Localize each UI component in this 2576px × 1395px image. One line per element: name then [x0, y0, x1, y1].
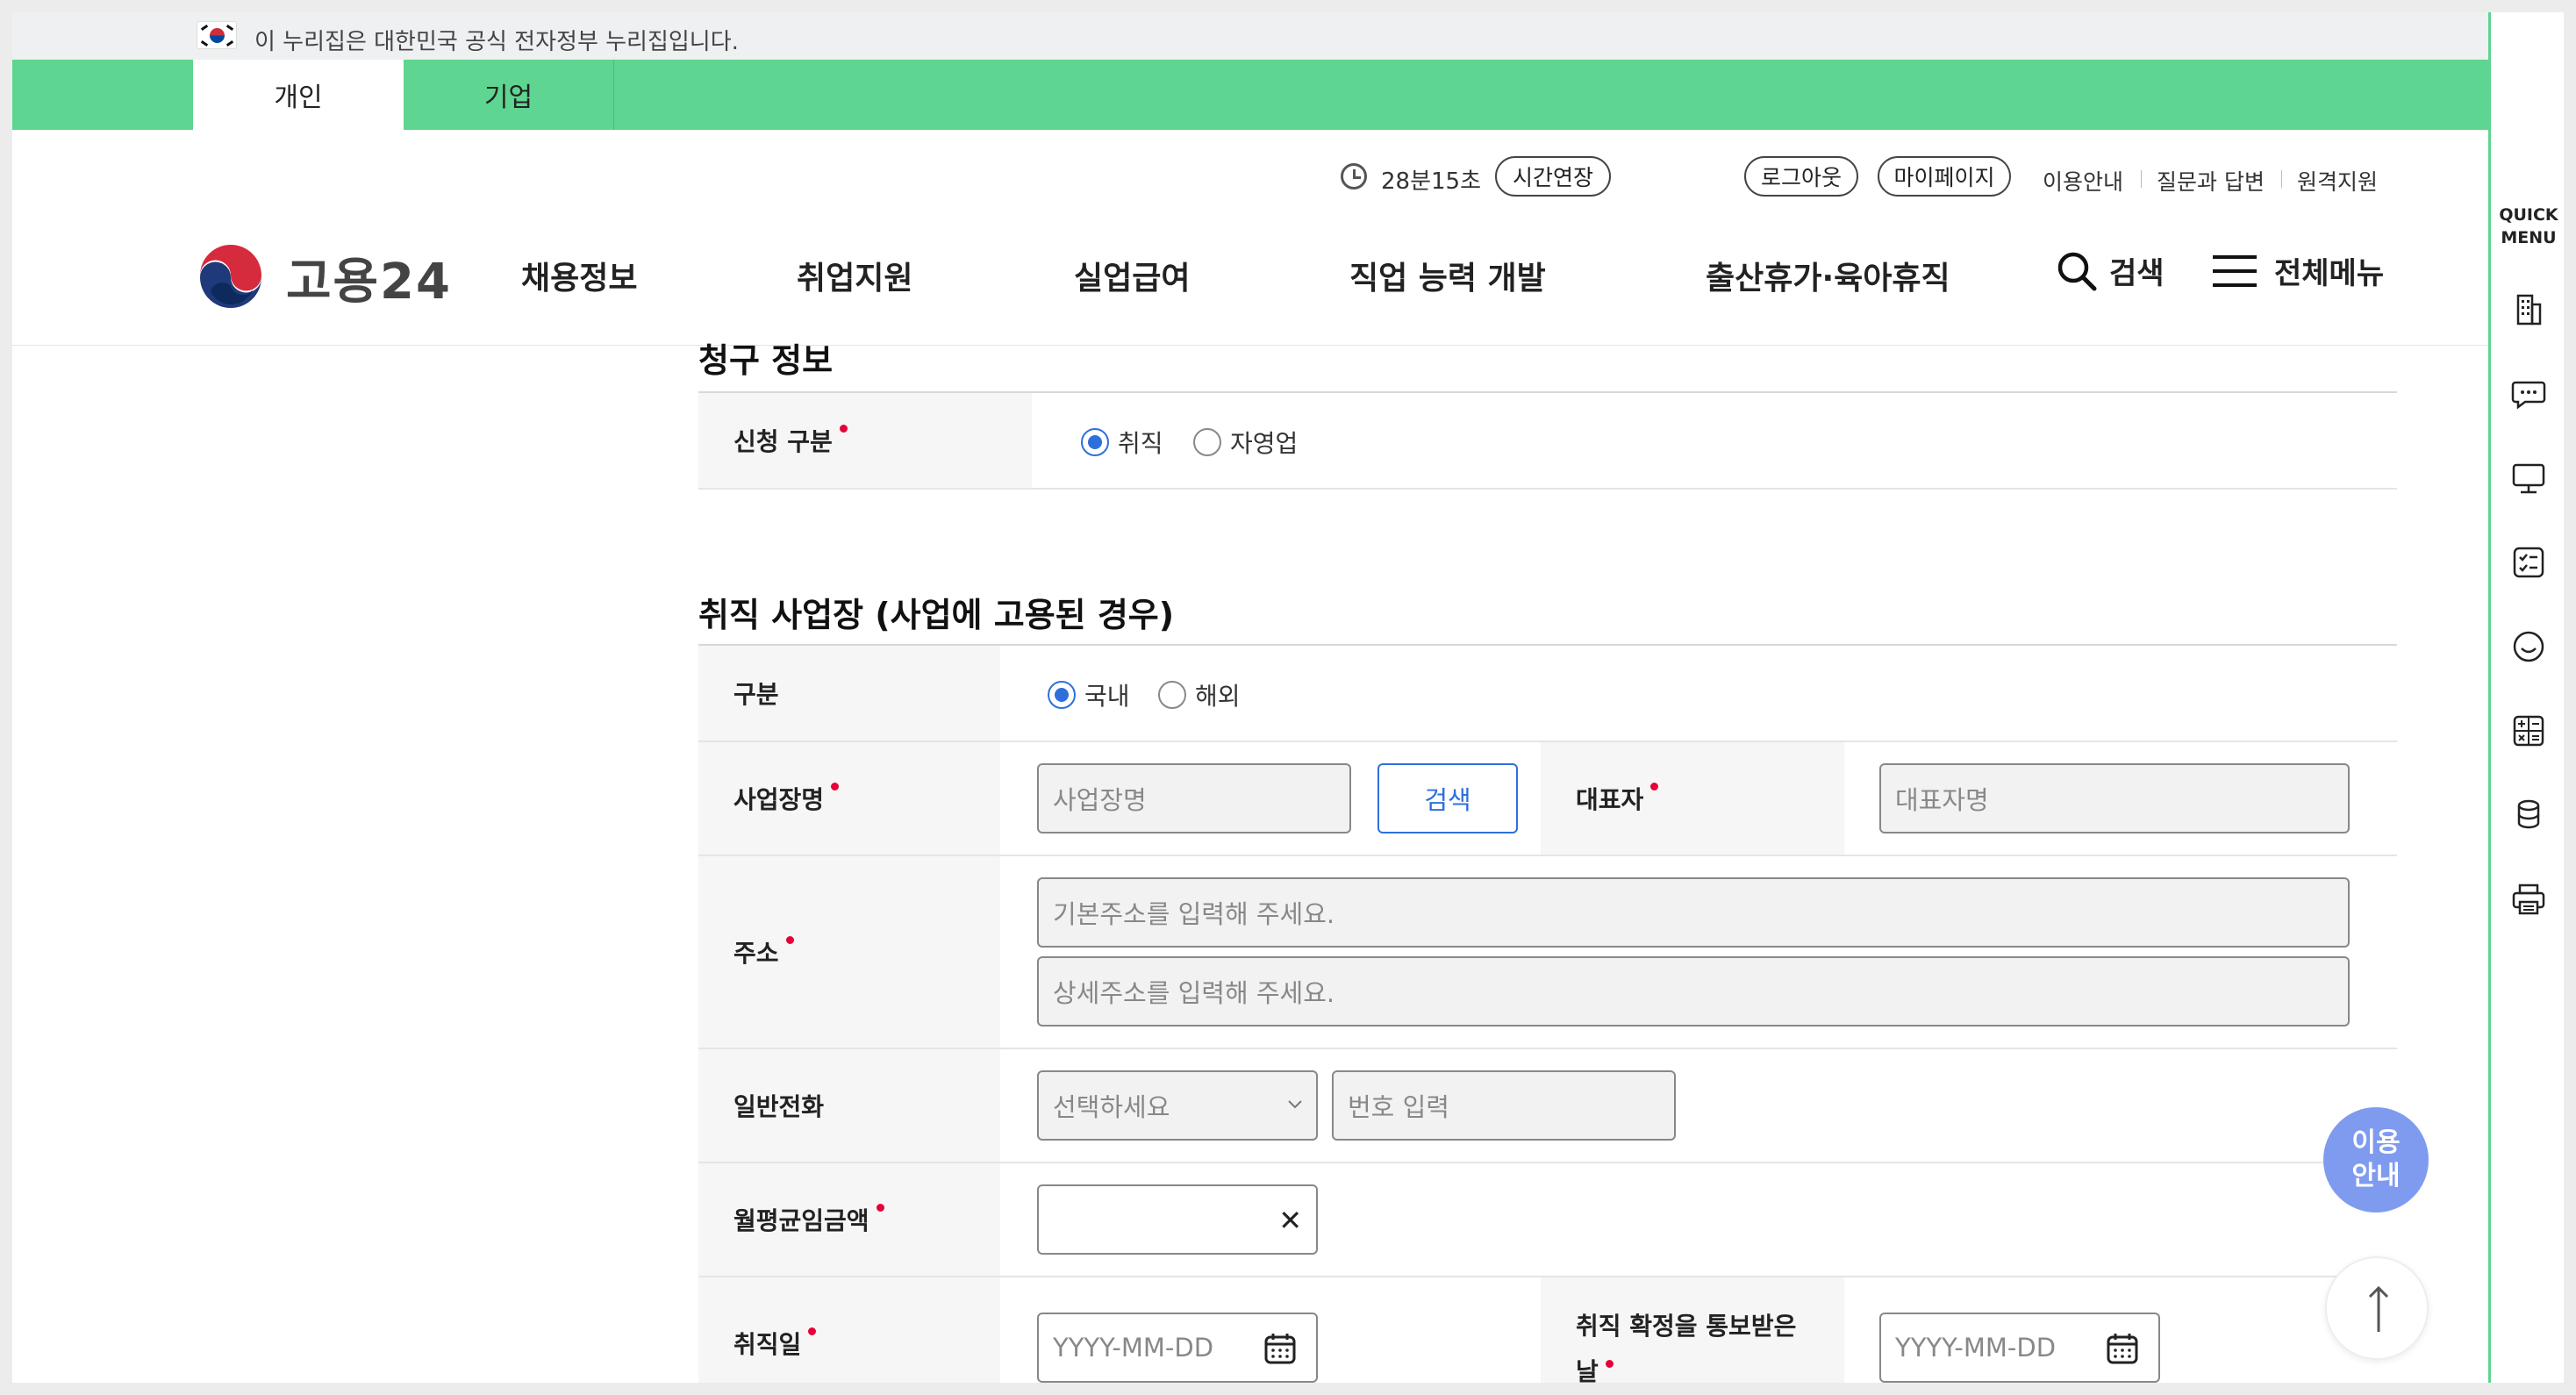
employment-workplace-title: 취직 사업장 (사업에 고용된 경우)	[698, 596, 1175, 634]
extend-session-button[interactable]: 시간연장	[1495, 156, 1611, 197]
tab-business[interactable]: 기업	[404, 60, 614, 130]
utility-bar: 28분15초 시간연장 로그아웃 마이페이지 이용안내 질문과 답변 원격지원	[12, 154, 2488, 198]
usage-guide-floating-button[interactable]: 이용 안내	[2323, 1107, 2429, 1213]
nav-employment-support[interactable]: 취업지원	[797, 253, 912, 298]
usage-guide-link[interactable]: 이용안내	[2043, 165, 2123, 197]
representative-label: 대표자	[1541, 742, 1844, 855]
phone-label: 일반전화	[698, 1049, 1000, 1162]
required-dot	[876, 1203, 884, 1212]
search-icon	[2057, 252, 2097, 290]
nav-jobs[interactable]: 채용정보	[521, 253, 637, 298]
chat-icon[interactable]	[2510, 376, 2547, 412]
monthly-wage-input[interactable]: ✕	[1037, 1184, 1318, 1255]
all-menu-button[interactable]: 전체메뉴	[2211, 249, 2384, 292]
search-label: 검색	[2109, 256, 2165, 291]
radio-self-employed[interactable]: 자영업	[1193, 425, 1298, 460]
hire-date-row: 취직일 YYYY-MM-DD 취직 확정을 통보받은 날 YYYY-MM-DD	[698, 1277, 2397, 1383]
smile-icon[interactable]	[2510, 628, 2547, 665]
tab-personal[interactable]: 개인	[193, 60, 404, 130]
quick-menu-title: QUICK MENU	[2499, 205, 2558, 247]
all-menu-label: 전체메뉴	[2274, 256, 2385, 291]
calculator-icon[interactable]	[2510, 712, 2547, 749]
representative-name-input[interactable]: 대표자명	[1879, 763, 2350, 833]
coins-icon[interactable]	[2510, 797, 2547, 833]
required-dot	[1605, 1360, 1614, 1368]
divider	[2141, 170, 2142, 188]
remote-support-link[interactable]: 원격지원	[2297, 165, 2378, 197]
radio-domestic[interactable]: 국내	[1048, 677, 1130, 712]
workplace-row: 사업장명 사업장명 검색 대표자 대표자명	[698, 742, 2397, 856]
korea-flag-icon	[197, 21, 237, 49]
radio-unchecked-icon	[1158, 681, 1186, 709]
session-timer: 28분15초	[1381, 168, 1482, 195]
monitor-icon[interactable]	[2510, 460, 2547, 497]
clear-icon[interactable]: ✕	[1278, 1204, 1302, 1237]
clock-icon	[1341, 163, 1367, 190]
gov-banner: 이 누리집은 대한민국 공식 전자정부 누리집입니다.	[12, 12, 2488, 60]
hamburger-menu-icon	[2213, 254, 2257, 287]
claim-info-title: 청구 정보	[698, 341, 834, 380]
header-search-button[interactable]: 검색	[2057, 249, 2165, 292]
division-row: 구분 국내 해외	[698, 644, 2397, 742]
calendar-icon[interactable]	[2106, 1332, 2139, 1365]
arrow-up-icon	[2368, 1285, 2389, 1332]
scroll-to-top-button[interactable]	[2325, 1256, 2429, 1360]
logo-icon[interactable]	[193, 240, 268, 316]
required-dot	[808, 1327, 817, 1335]
logo-text[interactable]: 고용24	[286, 242, 452, 313]
form-content: 청구 정보 신청 구분 취직 자영업 취직 사업장 (사업에 고용된 경우) 구…	[698, 337, 2397, 1383]
wage-row: 월평균임금액 ✕	[698, 1163, 2397, 1277]
divider	[2281, 170, 2282, 188]
address-row: 주소 기본주소를 입력해 주세요. 상세주소를 입력해 주세요.	[698, 856, 2397, 1049]
required-dot	[1650, 782, 1659, 790]
workplace-label: 사업장명	[698, 742, 1000, 855]
notice-date-input[interactable]: YYYY-MM-DD	[1879, 1313, 2160, 1383]
nav-maternity-parental-leave[interactable]: 출산휴가·육아휴직	[1706, 253, 1950, 298]
nav-unemployment-benefit[interactable]: 실업급여	[1074, 253, 1190, 298]
building-icon[interactable]	[2510, 291, 2547, 328]
audience-tab-strip: 개인 기업	[12, 60, 2488, 130]
claim-type-row: 신청 구분 취직 자영업	[698, 391, 2397, 490]
radio-unchecked-icon	[1193, 428, 1221, 456]
area-code-select[interactable]: 선택하세요	[1037, 1070, 1318, 1141]
chevron-down-icon	[1288, 1100, 1302, 1109]
division-label: 구분	[698, 646, 1000, 740]
nav-job-skills[interactable]: 직업 능력 개발	[1349, 253, 1546, 298]
phone-number-input[interactable]: 번호 입력	[1332, 1070, 1676, 1141]
logout-button[interactable]: 로그아웃	[1744, 156, 1858, 197]
gov-banner-text: 이 누리집은 대한민국 공식 전자정부 누리집입니다.	[254, 29, 739, 55]
required-dot	[785, 935, 794, 944]
radio-overseas[interactable]: 해외	[1158, 677, 1241, 712]
page-frame: 이 누리집은 대한민국 공식 전자정부 누리집입니다. 개인 기업 28분15초…	[12, 12, 2564, 1383]
hire-date-input[interactable]: YYYY-MM-DD	[1037, 1313, 1318, 1383]
qa-link[interactable]: 질문과 답변	[2157, 165, 2265, 197]
mypage-button[interactable]: 마이페이지	[1878, 156, 2011, 197]
radio-checked-icon	[1081, 428, 1109, 456]
site-header: 고용24 채용정보 취업지원 실업급여 직업 능력 개발 출산휴가·육아휴직 검…	[12, 198, 2488, 346]
calendar-icon[interactable]	[1263, 1332, 1297, 1365]
base-address-input[interactable]: 기본주소를 입력해 주세요.	[1037, 877, 2350, 948]
claim-type-label: 신청 구분	[698, 393, 1032, 488]
required-dot	[831, 782, 840, 790]
phone-row: 일반전화 선택하세요 번호 입력	[698, 1049, 2397, 1163]
workplace-name-input[interactable]: 사업장명	[1037, 763, 1351, 833]
radio-checked-icon	[1048, 681, 1076, 709]
radio-employment[interactable]: 취직	[1081, 425, 1163, 460]
employment-notice-date-label: 취직 확정을 통보받은 날	[1541, 1277, 1844, 1383]
required-dot	[839, 424, 848, 433]
hire-date-label: 취직일	[698, 1277, 1000, 1383]
detail-address-input[interactable]: 상세주소를 입력해 주세요.	[1037, 956, 2350, 1027]
checklist-icon[interactable]	[2510, 544, 2547, 581]
workplace-search-button[interactable]: 검색	[1377, 763, 1518, 833]
wage-label: 월평균임금액	[698, 1163, 1000, 1276]
printer-icon[interactable]	[2510, 881, 2547, 918]
address-label: 주소	[698, 856, 1000, 1048]
quick-menu: QUICK MENU	[2488, 12, 2564, 1383]
